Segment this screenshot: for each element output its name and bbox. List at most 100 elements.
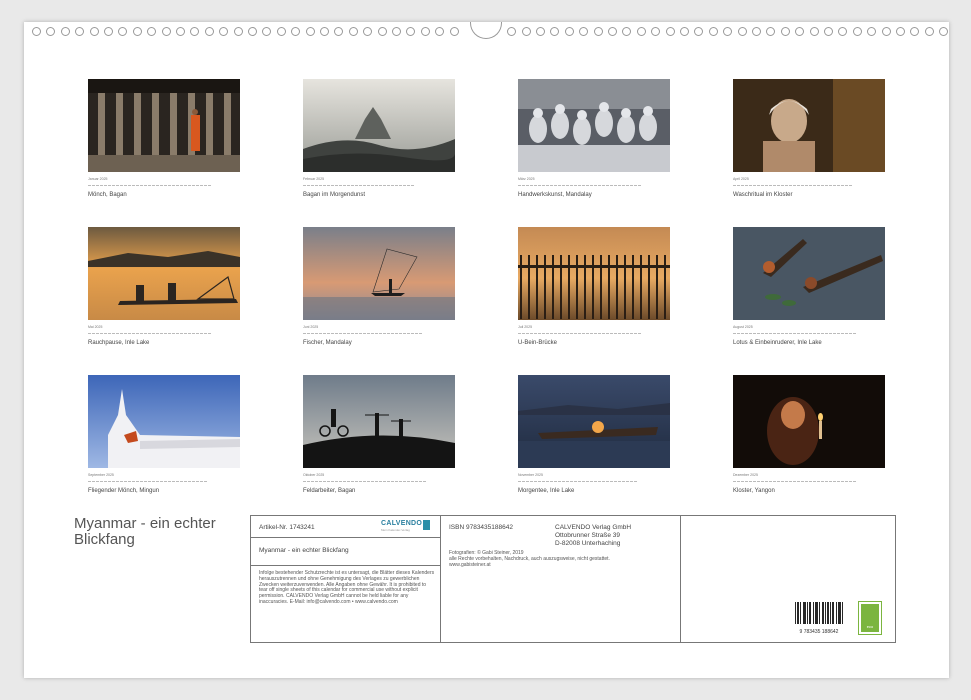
binding-ring — [420, 27, 430, 36]
day-cell — [833, 182, 836, 186]
day-cell — [311, 182, 314, 186]
day-cell — [331, 330, 334, 334]
binding-ring — [32, 27, 41, 36]
day-cell — [749, 478, 752, 482]
binding-ring — [219, 27, 229, 36]
day-cell — [574, 478, 577, 482]
day-cell — [96, 330, 99, 334]
binding-ring — [104, 27, 113, 36]
day-cell — [570, 330, 573, 334]
binding-ring — [924, 27, 934, 36]
day-cell — [562, 182, 565, 186]
day-cell — [323, 478, 326, 482]
day-cell — [407, 330, 410, 334]
day-cell — [578, 478, 581, 482]
day-cell — [841, 182, 844, 186]
day-cell — [554, 182, 557, 186]
day-cell — [606, 330, 609, 334]
company-street: Ottobrunner Straße 39 — [555, 532, 621, 539]
day-cell — [363, 478, 366, 482]
day-cell — [753, 478, 756, 482]
day-cell — [192, 182, 195, 186]
binding-ring — [147, 27, 157, 36]
month-caption: Handwerkskunst, Mandalay — [518, 192, 592, 198]
day-cell — [319, 330, 322, 334]
day-cell — [403, 182, 406, 186]
day-cell — [371, 478, 374, 482]
month-label: April 2025 — [733, 177, 749, 181]
day-cell — [526, 182, 529, 186]
company-name: CALVENDO Verlag GmbH — [555, 524, 632, 531]
day-cell — [112, 182, 115, 186]
binding-ring — [896, 27, 905, 36]
day-cell — [355, 182, 358, 186]
day-cell — [586, 330, 589, 334]
day-cell — [733, 330, 736, 334]
day-cell — [124, 330, 127, 334]
day-cell — [351, 330, 354, 334]
month-card: April 2025 Waschritual im Kloster — [733, 79, 888, 198]
day-cell — [152, 330, 155, 334]
day-cell — [180, 478, 183, 482]
isbn: ISBN 9783435188642 — [449, 524, 513, 531]
day-cell — [526, 478, 529, 482]
day-cell — [610, 478, 613, 482]
binding-ring — [176, 27, 185, 36]
day-cell — [570, 478, 573, 482]
month-photo — [88, 79, 240, 172]
copyright-notice: Infolge bestehender Schutzrechte ist es … — [259, 570, 435, 605]
day-cell — [845, 182, 848, 186]
day-cell — [737, 182, 740, 186]
day-cell — [538, 330, 541, 334]
day-cell — [96, 478, 99, 482]
day-cell — [327, 330, 330, 334]
day-cell — [805, 478, 808, 482]
day-cell — [116, 330, 119, 334]
day-cell — [602, 182, 605, 186]
day-cell — [160, 478, 163, 482]
day-cell — [176, 182, 179, 186]
day-cell — [391, 478, 394, 482]
day-cell — [144, 330, 147, 334]
month-photo — [303, 227, 455, 320]
day-cell — [172, 478, 175, 482]
divider — [251, 565, 440, 566]
day-cell — [622, 330, 625, 334]
day-cell — [610, 330, 613, 334]
day-cell — [634, 478, 637, 482]
month-photo — [303, 375, 455, 468]
day-cell — [331, 182, 334, 186]
day-cell — [92, 182, 95, 186]
day-cell — [347, 478, 350, 482]
binding-ring — [60, 27, 70, 36]
binding-ring — [550, 27, 560, 36]
day-cell — [184, 330, 187, 334]
day-cell — [399, 478, 402, 482]
calvendo-logo-sub: Mein Kalender-Verlag — [381, 528, 410, 532]
day-cell — [303, 330, 306, 334]
binding-ring — [507, 27, 517, 36]
day-cell — [578, 182, 581, 186]
month-card: Februar 2025 Bagan im Morgendunst — [303, 79, 458, 198]
day-cell — [590, 330, 593, 334]
day-cell — [383, 182, 386, 186]
day-cell — [387, 478, 390, 482]
barcode-number: 9 783435 188642 — [799, 629, 839, 635]
binding-ring — [910, 27, 920, 36]
day-cell — [817, 478, 820, 482]
day-cell — [781, 330, 784, 334]
day-cell — [745, 478, 748, 482]
day-cell — [518, 182, 521, 186]
day-cell — [618, 330, 621, 334]
day-cell — [634, 182, 637, 186]
day-cell — [204, 330, 207, 334]
day-cell — [112, 478, 115, 482]
day-strip — [88, 182, 243, 186]
binding-ring — [881, 27, 891, 36]
day-cell — [387, 330, 390, 334]
day-cell — [331, 478, 334, 482]
day-cell — [542, 182, 545, 186]
binding-ring — [838, 27, 848, 36]
day-cell — [785, 478, 788, 482]
day-cell — [104, 478, 107, 482]
